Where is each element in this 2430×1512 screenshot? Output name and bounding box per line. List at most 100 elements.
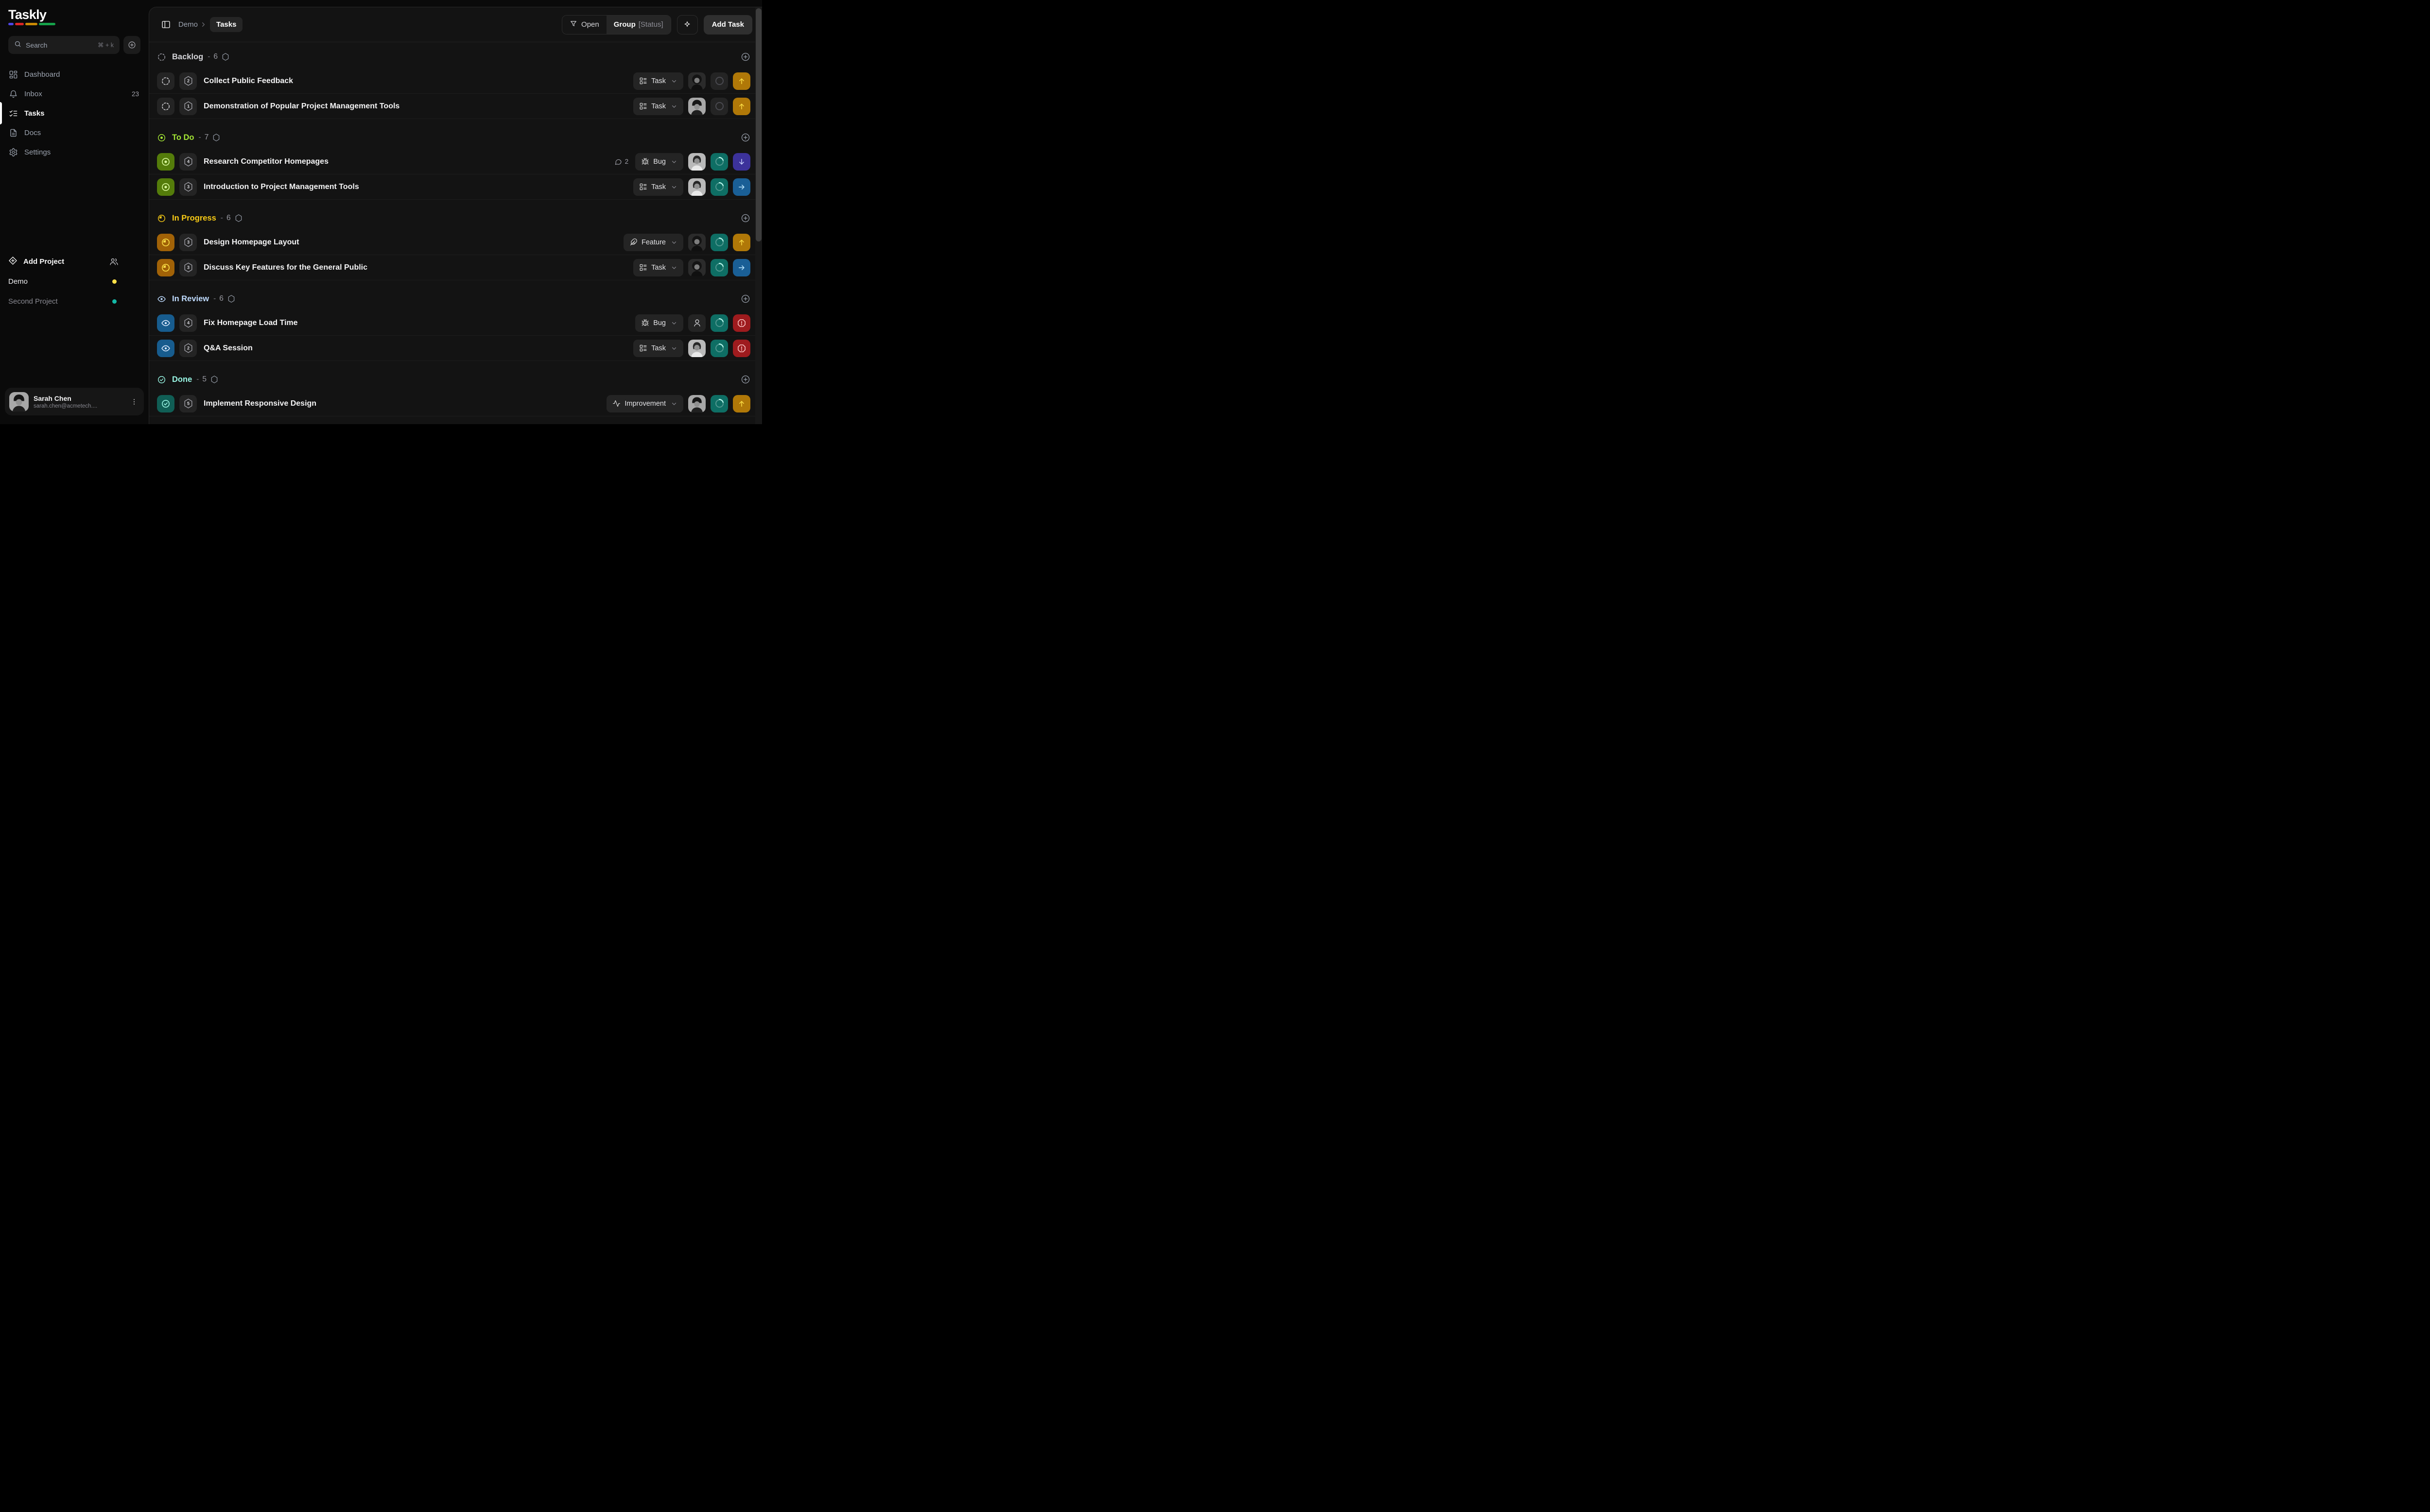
- sidebar-item-docs[interactable]: Docs: [0, 123, 149, 142]
- ai-sparkle-button[interactable]: [677, 15, 698, 34]
- progress-ring-button[interactable]: [711, 314, 728, 332]
- type-dropdown[interactable]: Task: [633, 259, 683, 276]
- user-profile-card[interactable]: Sarah Chen sarah.chen@acmetech....: [5, 388, 144, 415]
- sidebar-item-dashboard[interactable]: Dashboard: [0, 65, 149, 84]
- sidebar-toggle-icon[interactable]: [161, 19, 171, 30]
- section-header: In Review-6: [157, 290, 750, 308]
- search-input[interactable]: [26, 41, 68, 49]
- progress-ring-button[interactable]: [711, 259, 728, 276]
- assignee-avatar[interactable]: [688, 98, 706, 115]
- priority-hexagon-button[interactable]: 4: [179, 314, 197, 332]
- task-row[interactable]: 5Implement Responsive DesignImprovement: [149, 391, 755, 416]
- arrow-up-button[interactable]: [733, 234, 750, 251]
- assignee-avatar[interactable]: [688, 178, 706, 196]
- task-status-circle-dot-button[interactable]: [157, 178, 174, 196]
- assignee-avatar[interactable]: [688, 259, 706, 276]
- priority-hexagon-button[interactable]: 4: [179, 153, 197, 171]
- progress-ring-button[interactable]: [711, 98, 728, 115]
- type-dropdown[interactable]: Bug: [635, 153, 683, 171]
- progress-ring-icon: [715, 102, 724, 110]
- type-dropdown[interactable]: Bug: [635, 314, 683, 332]
- quick-add-button[interactable]: [123, 36, 140, 54]
- section-add-task-button[interactable]: [741, 133, 750, 142]
- assignee-avatar[interactable]: [688, 234, 706, 251]
- priority-hexagon-button[interactable]: 3: [179, 234, 197, 251]
- type-dropdown[interactable]: Task: [633, 340, 683, 357]
- kebab-menu-icon[interactable]: [130, 398, 138, 406]
- assignee-avatar[interactable]: [688, 340, 706, 357]
- arrow-up-button[interactable]: [733, 72, 750, 90]
- assignee-avatar[interactable]: [688, 395, 706, 412]
- search-input-wrap[interactable]: ⌘ + k: [8, 36, 120, 54]
- assignee-unassigned-button[interactable]: [688, 314, 706, 332]
- task-row[interactable]: 1 Demonstration of Popular Project Manage…: [149, 94, 755, 119]
- task-status-eye-button[interactable]: [157, 340, 174, 357]
- progress-ring-button[interactable]: [711, 153, 728, 171]
- arrow-right-button[interactable]: [733, 259, 750, 276]
- sidebar-item-inbox[interactable]: Inbox23: [0, 84, 149, 103]
- task-row[interactable]: 2Q&A SessionTask: [149, 336, 755, 361]
- task-status-check-circle-button[interactable]: [157, 395, 174, 412]
- task-row[interactable]: 4Research Competitor Homepages2Bug: [149, 149, 755, 174]
- priority-hexagon-button[interactable]: 3: [179, 178, 197, 196]
- section-add-task-button[interactable]: [741, 375, 750, 384]
- arrow-down-button[interactable]: [733, 153, 750, 171]
- progress-ring-button[interactable]: [711, 234, 728, 251]
- task-status-dashed-circle-button[interactable]: [157, 72, 174, 90]
- progress-ring-button[interactable]: [711, 340, 728, 357]
- priority-hexagon-button[interactable]: 3: [179, 259, 197, 276]
- task-row[interactable]: 4Fix Homepage Load TimeBug: [149, 310, 755, 336]
- assignee-avatar[interactable]: [688, 153, 706, 171]
- hexagon-icon: [234, 214, 243, 223]
- progress-ring-button[interactable]: [711, 395, 728, 412]
- priority-hexagon-button[interactable]: 2: [179, 72, 197, 90]
- octagon-alert-button[interactable]: [733, 340, 750, 357]
- section-add-task-button[interactable]: [741, 294, 750, 304]
- hexagon-icon: [227, 294, 236, 303]
- add-task-button[interactable]: Add Task: [704, 15, 752, 34]
- task-row[interactable]: 3Discuss Key Features for the General Pu…: [149, 255, 755, 280]
- scrollbar-track[interactable]: [755, 7, 762, 424]
- task-status-clock-quarter-button[interactable]: [157, 259, 174, 276]
- task-status-clock-quarter-button[interactable]: [157, 234, 174, 251]
- section-add-task-button[interactable]: [741, 213, 750, 223]
- priority-hexagon-button[interactable]: 1: [179, 98, 197, 115]
- users-icon[interactable]: [109, 257, 119, 266]
- type-dropdown[interactable]: Feature: [624, 234, 683, 251]
- task-row[interactable]: 3Design Homepage LayoutFeature: [149, 230, 755, 255]
- priority-hexagon-button[interactable]: 2: [179, 340, 197, 357]
- progress-ring-button[interactable]: [711, 178, 728, 196]
- type-dropdown[interactable]: Task: [633, 98, 683, 115]
- priority-number: 3: [187, 265, 189, 270]
- chevron-right-icon: [200, 21, 207, 28]
- sidebar-item-settings[interactable]: Settings: [0, 142, 149, 162]
- task-title: Demonstration of Popular Project Managem…: [204, 102, 399, 111]
- octagon-alert-button[interactable]: [733, 314, 750, 332]
- task-row[interactable]: 3Introduction to Project Management Tool…: [149, 174, 755, 200]
- filter-open-button[interactable]: Open: [562, 16, 607, 34]
- project-item-demo[interactable]: Demo: [0, 272, 149, 292]
- arrow-right-button[interactable]: [733, 178, 750, 196]
- arrow-up-button[interactable]: [733, 395, 750, 412]
- assignee-avatar[interactable]: [688, 72, 706, 90]
- type-dropdown[interactable]: Task: [633, 178, 683, 196]
- add-project-button[interactable]: Add Project: [0, 252, 149, 272]
- task-row[interactable]: 2Collect Public FeedbackTask: [149, 69, 755, 94]
- task-status-circle-dot-button[interactable]: [157, 153, 174, 171]
- sidebar-item-tasks[interactable]: Tasks: [0, 103, 149, 123]
- type-dropdown[interactable]: Improvement: [607, 395, 683, 412]
- project-item-second-project[interactable]: Second Project: [0, 292, 149, 311]
- breadcrumb-project[interactable]: Demo: [178, 20, 198, 29]
- task-status-eye-button[interactable]: [157, 314, 174, 332]
- scrollbar-thumb[interactable]: [756, 8, 762, 241]
- priority-hexagon-button[interactable]: 5: [179, 395, 197, 412]
- arrow-up-button[interactable]: [733, 98, 750, 115]
- task-status-dashed-circle-button[interactable]: [157, 98, 174, 115]
- breadcrumb-page[interactable]: Tasks: [210, 17, 243, 32]
- group-by-button[interactable]: Group [Status]: [607, 16, 671, 34]
- comment-count[interactable]: 2: [614, 158, 629, 166]
- type-dropdown[interactable]: Task: [633, 72, 683, 90]
- section-add-task-button[interactable]: [741, 52, 750, 62]
- progress-ring-button[interactable]: [711, 72, 728, 90]
- taskly-app: Taskly ⌘ + k DashboardInbox23TasksDocsSe…: [0, 0, 762, 424]
